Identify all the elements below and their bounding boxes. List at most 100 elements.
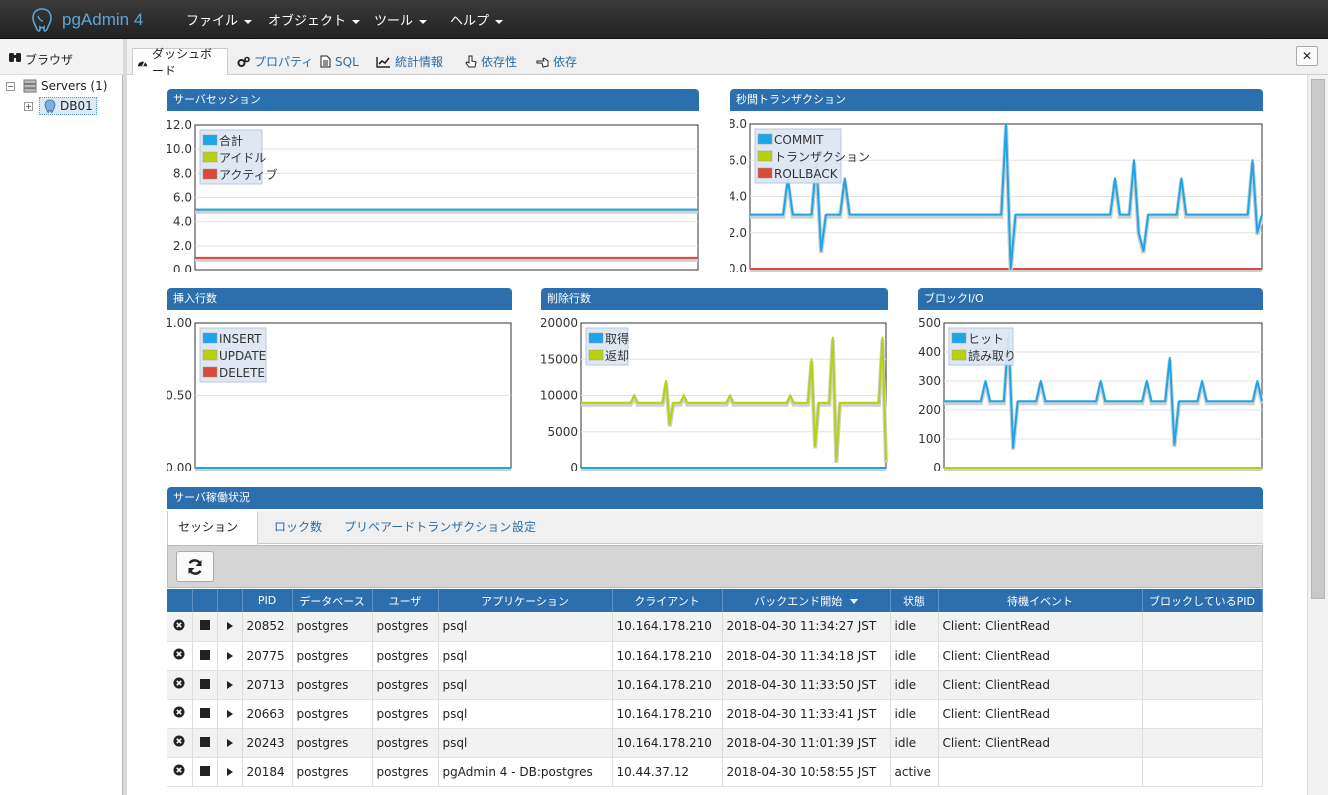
cell-action[interactable] bbox=[167, 699, 193, 729]
cell-action[interactable] bbox=[217, 670, 243, 700]
terminate-session-icon[interactable] bbox=[173, 619, 185, 634]
collapse-icon[interactable]: − bbox=[6, 81, 15, 91]
tab-dependents[interactable]: 依存 bbox=[532, 48, 581, 75]
tab-properties[interactable]: プロパティ bbox=[233, 48, 317, 75]
status-toolbar bbox=[167, 545, 1263, 588]
terminate-session-icon[interactable] bbox=[173, 706, 185, 721]
db01-chip[interactable]: DB01 bbox=[39, 97, 97, 115]
menu-help[interactable]: ヘルプ bbox=[450, 10, 504, 29]
subtab-settings[interactable]: 設定 bbox=[502, 511, 546, 544]
legend-label: ヒット bbox=[968, 332, 1004, 346]
cell-client: 10.44.37.12 bbox=[612, 757, 723, 787]
cell-action[interactable] bbox=[167, 757, 193, 787]
cell-action[interactable] bbox=[167, 641, 193, 671]
col-header-backend-start[interactable]: バックエンド開始 bbox=[722, 589, 891, 612]
cell-action[interactable] bbox=[192, 757, 218, 787]
table-row[interactable]: 20852 postgres postgres psql 10.164.178.210 2… bbox=[167, 612, 1263, 642]
cancel-query-icon[interactable] bbox=[199, 765, 210, 779]
vertical-scrollbar[interactable] bbox=[1307, 75, 1328, 795]
cell-database: postgres bbox=[292, 728, 373, 758]
tree-node-db01[interactable]: + DB01 bbox=[24, 97, 97, 115]
cell-action[interactable] bbox=[217, 728, 243, 758]
subtab-locks[interactable]: ロック数 bbox=[264, 511, 332, 544]
subtab-sessions[interactable]: セッション数 bbox=[167, 511, 258, 567]
subtab-prepared-transactions[interactable]: プリペアードトランザクション bbox=[334, 511, 521, 544]
col-header-client[interactable]: クライアント bbox=[612, 589, 723, 612]
legend-label: INSERT bbox=[219, 332, 262, 346]
expand-icon[interactable]: + bbox=[24, 101, 33, 111]
expand-row-icon[interactable] bbox=[226, 707, 233, 721]
legend-swatch bbox=[202, 349, 218, 361]
app-title: pgAdmin 4 bbox=[62, 10, 144, 29]
y-tick-label: 12.0 bbox=[167, 118, 192, 132]
col-header-database[interactable]: データベース bbox=[292, 589, 373, 612]
terminate-session-icon[interactable] bbox=[173, 677, 185, 692]
chart-deletes: 20000 15000 10000 5000 0 取得 返却 bbox=[541, 311, 888, 471]
cell-pid: 20713 bbox=[242, 670, 293, 700]
legend-label: アイドル bbox=[219, 151, 266, 165]
cell-action[interactable] bbox=[217, 641, 243, 671]
cancel-query-icon[interactable] bbox=[199, 678, 210, 692]
table-row[interactable]: 20713 postgres postgres psql 10.164.178.210 2… bbox=[167, 670, 1263, 700]
tab-sql[interactable]: SQL bbox=[316, 48, 363, 75]
tab-statistics[interactable]: 統計情報 bbox=[372, 48, 447, 75]
cell-action[interactable] bbox=[192, 670, 218, 700]
y-tick-label: 8.0 bbox=[730, 117, 747, 131]
cell-action[interactable] bbox=[192, 641, 218, 671]
cell-action[interactable] bbox=[167, 670, 193, 700]
table-row[interactable]: 20184 postgres postgres pgAdmin 4 - DB:post… bbox=[167, 757, 1263, 787]
legend-label: 取得 bbox=[605, 331, 629, 346]
cell-client: 10.164.178.210 bbox=[612, 670, 723, 700]
expand-row-icon[interactable] bbox=[226, 765, 233, 779]
terminate-session-icon[interactable] bbox=[173, 735, 185, 750]
expand-row-icon[interactable] bbox=[226, 649, 233, 663]
cell-action[interactable] bbox=[217, 612, 243, 642]
tree-node-servers[interactable]: − Servers (1) bbox=[6, 79, 107, 93]
terminate-session-icon[interactable] bbox=[173, 764, 185, 779]
app-brand[interactable]: pgAdmin 4 bbox=[30, 7, 143, 33]
menu-tools-label: ツール bbox=[374, 14, 414, 29]
card-header-block-io: ブロックI/O bbox=[918, 288, 1263, 310]
close-panel-button[interactable]: ✕ bbox=[1296, 46, 1318, 66]
col-header-blocking-pids[interactable]: ブロックしているPID bbox=[1142, 589, 1263, 612]
cancel-query-icon[interactable] bbox=[199, 619, 210, 633]
tab-dashboard[interactable]: ダッシュボード bbox=[132, 47, 228, 78]
cell-action[interactable] bbox=[217, 699, 243, 729]
scrollbar-thumb[interactable] bbox=[1311, 79, 1325, 599]
y-tick-label: 0.0 bbox=[173, 263, 192, 272]
menu-tools[interactable]: ツール bbox=[374, 10, 428, 29]
col-header-wait-event[interactable]: 待機イベント bbox=[938, 589, 1143, 612]
col-header-application[interactable]: アプリケーション bbox=[438, 589, 613, 612]
cell-wait-event: Client: ClientRead bbox=[938, 699, 1143, 729]
cancel-query-icon[interactable] bbox=[199, 736, 210, 750]
y-tick-label: 0.50 bbox=[167, 389, 192, 403]
table-row[interactable]: 20243 postgres postgres psql 10.164.178.210 2… bbox=[167, 728, 1263, 758]
cell-action[interactable] bbox=[217, 757, 243, 787]
expand-row-icon[interactable] bbox=[226, 678, 233, 692]
cell-action[interactable] bbox=[167, 728, 193, 758]
cell-database: postgres bbox=[292, 641, 373, 671]
cancel-query-icon[interactable] bbox=[199, 707, 210, 721]
col-header-pid[interactable]: PID bbox=[242, 589, 293, 612]
refresh-button[interactable] bbox=[176, 551, 214, 582]
cell-pid: 20775 bbox=[242, 641, 293, 671]
cell-action[interactable] bbox=[192, 728, 218, 758]
cell-action[interactable] bbox=[192, 699, 218, 729]
col-header-state[interactable]: 状態 bbox=[890, 589, 939, 612]
table-row[interactable]: 20775 postgres postgres psql 10.164.178.210 2… bbox=[167, 641, 1263, 671]
tab-dependencies[interactable]: 依存性 bbox=[461, 48, 521, 75]
legend-swatch bbox=[757, 133, 773, 145]
menu-object[interactable]: オブジェクト bbox=[268, 10, 361, 29]
expand-row-icon[interactable] bbox=[226, 736, 233, 750]
expand-row-icon[interactable] bbox=[226, 619, 233, 633]
cancel-query-icon[interactable] bbox=[199, 649, 210, 663]
table-row[interactable]: 20663 postgres postgres psql 10.164.178.210 2… bbox=[167, 699, 1263, 729]
cell-action[interactable] bbox=[192, 612, 218, 642]
cell-backend-start: 2018-04-30 10:58:55 JST bbox=[722, 757, 891, 787]
main-tab-bar: ダッシュボード プロパティ SQL 統計情報 依存性 依存 ✕ bbox=[127, 39, 1328, 78]
cell-action[interactable] bbox=[167, 612, 193, 642]
menu-file[interactable]: ファイル bbox=[186, 10, 253, 29]
col-header-user[interactable]: ユーザ bbox=[372, 589, 439, 612]
terminate-session-icon[interactable] bbox=[173, 648, 185, 663]
cell-user: postgres bbox=[372, 641, 439, 671]
